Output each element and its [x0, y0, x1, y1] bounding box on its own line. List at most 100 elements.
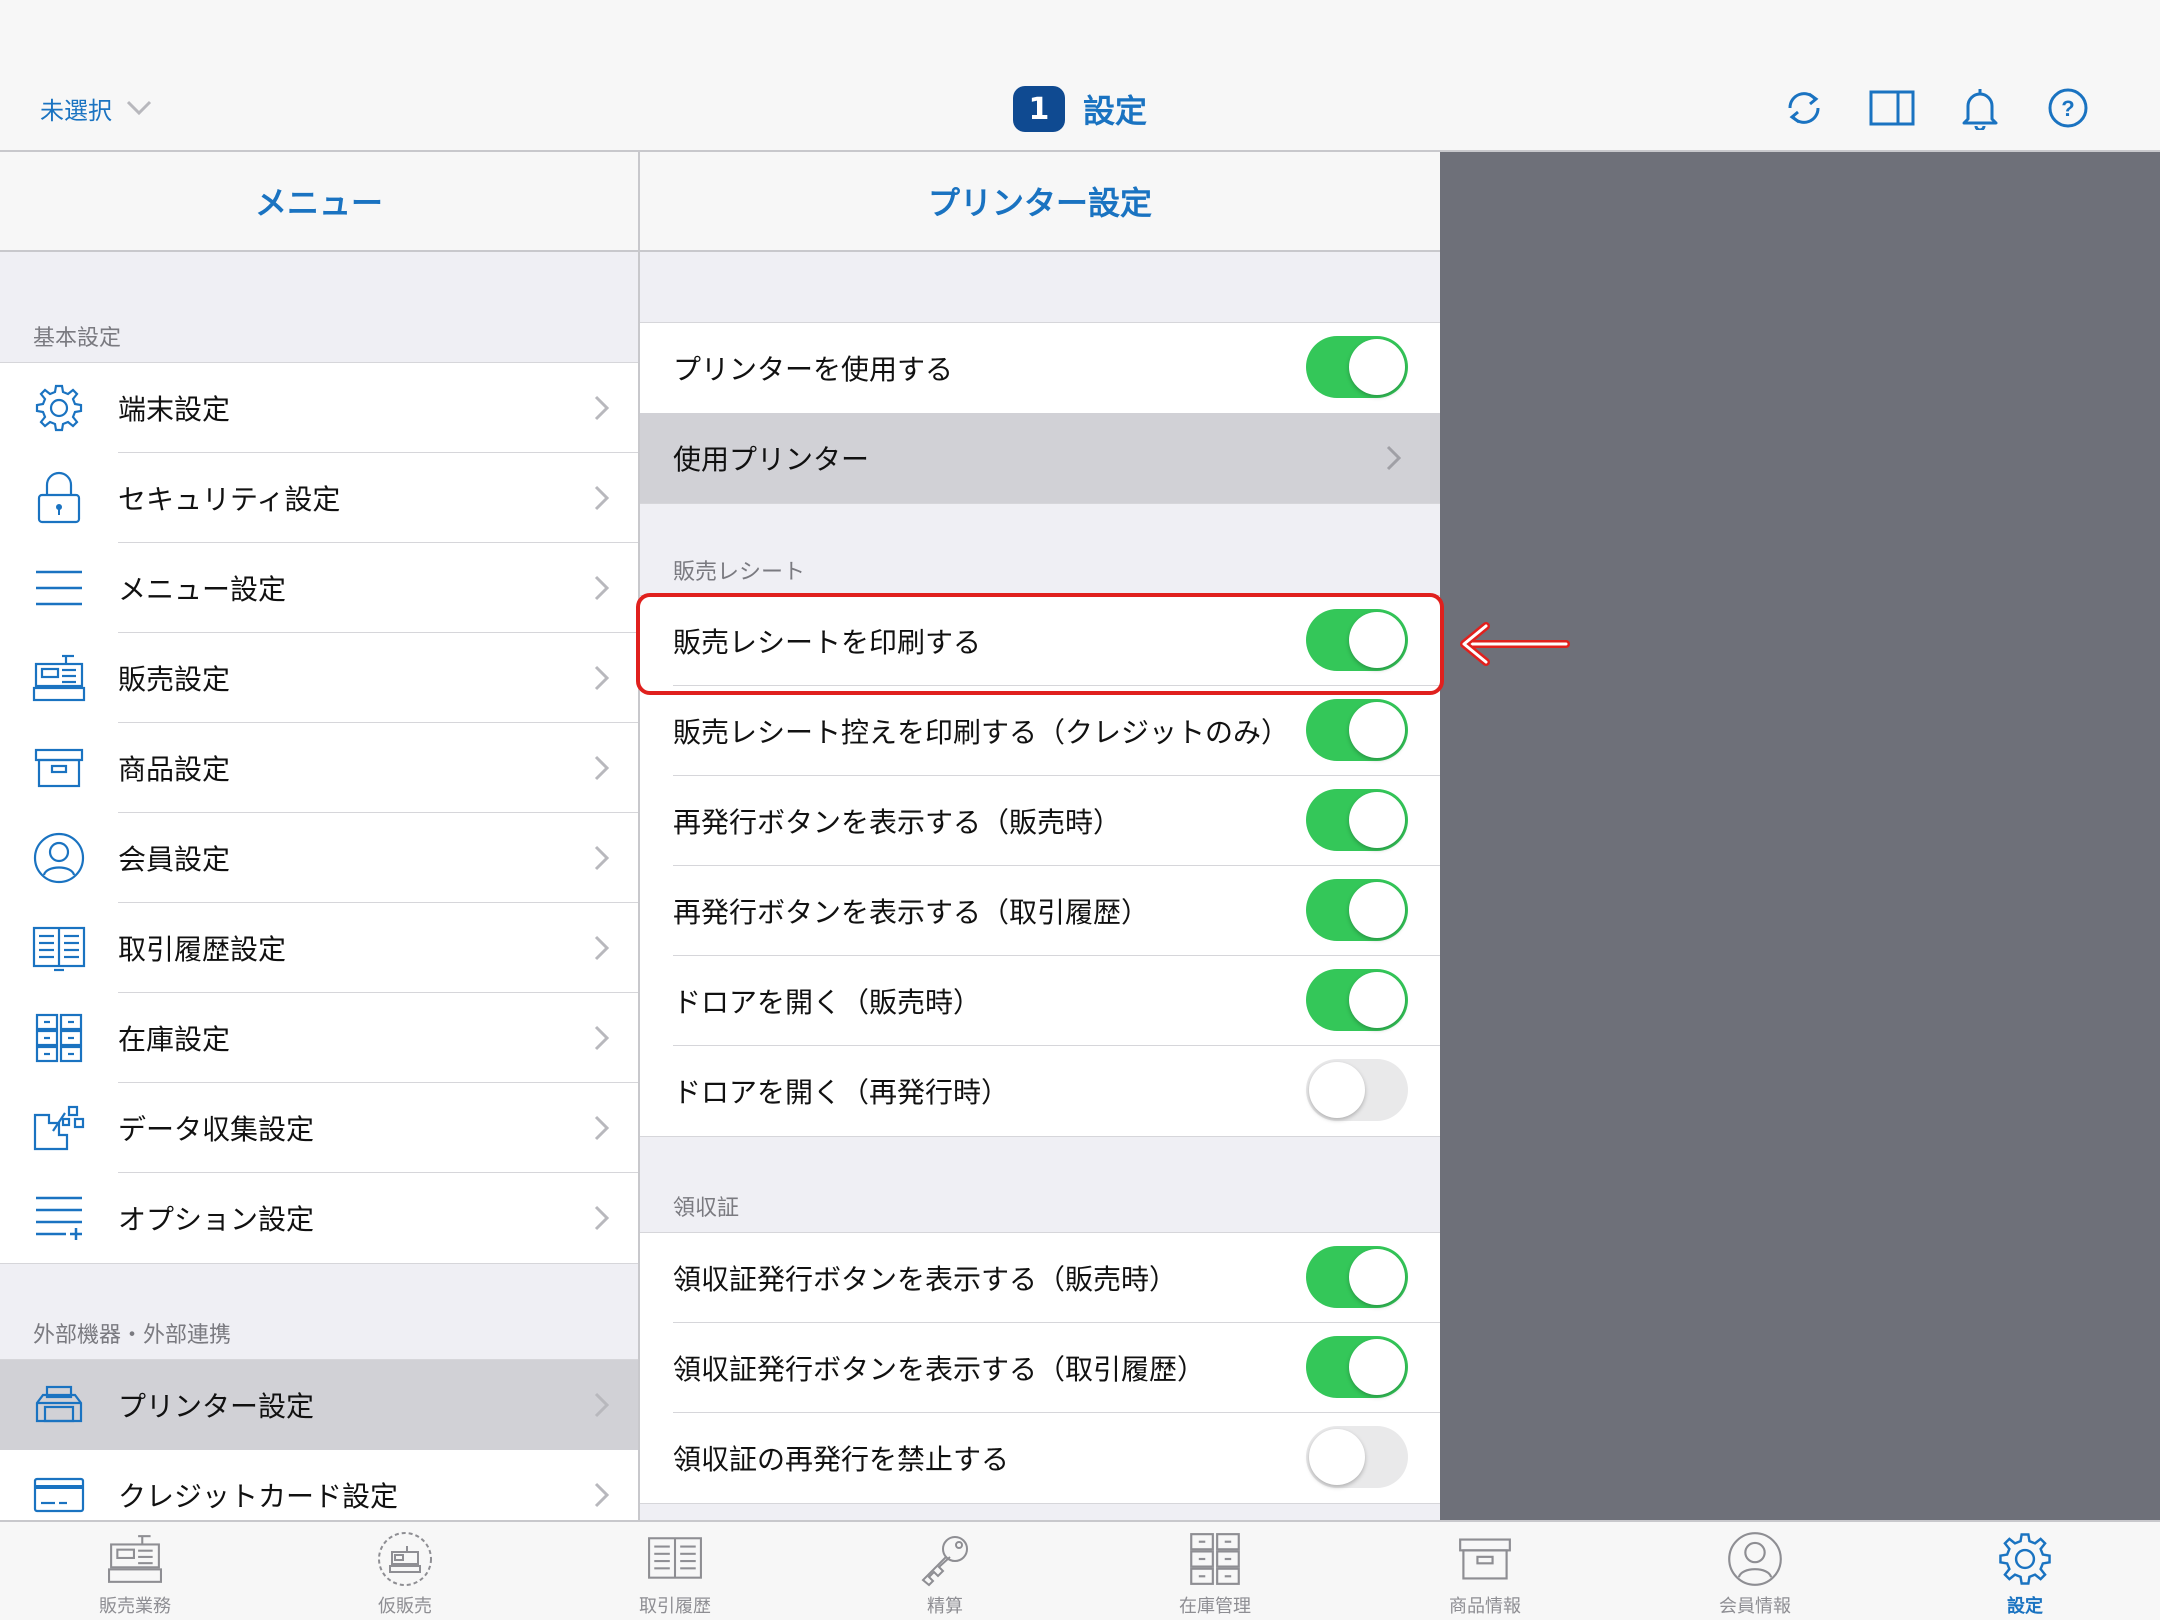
- menu-item-security[interactable]: セキュリティ設定: [0, 453, 638, 543]
- open-drawer-reissue-row: ドロアを開く（再発行時）: [640, 1046, 1440, 1136]
- menu-item-label: データ収集設定: [118, 1113, 315, 1146]
- setting-label: 再発行ボタンを表示する（取引履歴）: [673, 896, 1150, 929]
- menu-item-inventory[interactable]: 在庫設定: [0, 993, 638, 1083]
- chevron-right-icon: [594, 1115, 610, 1141]
- tab-product-info[interactable]: 商品情報: [1350, 1522, 1620, 1620]
- book-icon: [645, 1530, 705, 1588]
- menu-item-data-collection[interactable]: データ収集設定: [0, 1083, 638, 1173]
- chevron-right-icon: [1386, 445, 1402, 471]
- menu-item-label: クレジットカード設定: [118, 1480, 399, 1513]
- cabinet-icon: [29, 1008, 89, 1068]
- highlight-box: [636, 593, 1444, 695]
- menu-item-label: 販売設定: [118, 663, 231, 696]
- chevron-right-icon: [594, 485, 610, 511]
- setting-label: 領収証発行ボタンを表示する（取引履歴）: [673, 1353, 1206, 1386]
- menu-item-products[interactable]: 商品設定: [0, 723, 638, 813]
- setting-label: 領収証発行ボタンを表示する（販売時）: [673, 1263, 1178, 1296]
- menu-item-options[interactable]: オプション設定: [0, 1173, 638, 1263]
- empty-detail-area: [1440, 152, 2160, 1520]
- menu-panel: 基本設定 端末設定 セキュリティ設定 メニュー設定 販売設定 商品設定 会員設定…: [0, 252, 640, 1520]
- box-icon: [1455, 1530, 1515, 1588]
- menu-item-terminal[interactable]: 端末設定: [0, 363, 638, 453]
- cabinet-icon: [1185, 1530, 1245, 1588]
- terminal-number-badge: 1: [1012, 86, 1065, 132]
- chevron-right-icon: [594, 575, 610, 601]
- receipt-button-sales-toggle[interactable]: [1306, 1246, 1408, 1308]
- reissue-button-history-row: 再発行ボタンを表示する（取引履歴）: [640, 866, 1440, 956]
- open-drawer-sales-toggle[interactable]: [1306, 969, 1408, 1031]
- section-label-receipt: 領収証: [673, 1196, 740, 1221]
- sync-icon[interactable]: [1780, 84, 1828, 132]
- open-drawer-reissue-toggle[interactable]: [1306, 1059, 1408, 1121]
- page-title: 設定: [1082, 92, 1147, 130]
- menu-panel-title: メニュー: [0, 152, 640, 252]
- printer-select-row[interactable]: 使用プリンター: [640, 413, 1440, 503]
- tab-label: 仮販売: [378, 1596, 432, 1617]
- options-list-icon: [29, 1188, 89, 1248]
- settings-panel-title: プリンター設定: [640, 152, 1440, 252]
- reissue-button-history-toggle[interactable]: [1306, 879, 1408, 941]
- chevron-right-icon: [594, 1482, 610, 1508]
- chevron-right-icon: [594, 845, 610, 871]
- receipt-group: 領収証発行ボタンを表示する（販売時） 領収証発行ボタンを表示する（取引履歴） 領…: [640, 1232, 1440, 1504]
- key-icon: [915, 1530, 975, 1588]
- arrow-left-icon: [1460, 622, 1570, 666]
- tab-settlement[interactable]: 精算: [810, 1522, 1080, 1620]
- print-receipt-copy-row: 販売レシート控えを印刷する（クレジットのみ）: [640, 686, 1440, 776]
- setting-label: 再発行ボタンを表示する（販売時）: [673, 806, 1122, 839]
- menu-item-menu-settings[interactable]: メニュー設定: [0, 543, 638, 633]
- menu-item-label: 会員設定: [118, 843, 231, 876]
- bell-icon[interactable]: [1956, 84, 2004, 132]
- setting-label: プリンターを使用する: [673, 353, 954, 386]
- tab-label: 販売業務: [99, 1596, 171, 1617]
- setting-label: ドロアを開く（再発行時）: [673, 1076, 1010, 1109]
- prohibit-receipt-reissue-row: 領収証の再発行を禁止する: [640, 1413, 1440, 1503]
- reissue-button-sales-row: 再発行ボタンを表示する（販売時）: [640, 776, 1440, 866]
- tab-settings[interactable]: 設定: [1890, 1522, 2160, 1620]
- tab-member-info[interactable]: 会員情報: [1620, 1522, 1890, 1620]
- menu-item-label: 在庫設定: [118, 1023, 231, 1056]
- menu-item-label: メニュー設定: [118, 573, 287, 606]
- chevron-right-icon: [594, 1205, 610, 1231]
- chevron-right-icon: [594, 935, 610, 961]
- printer-icon: [29, 1375, 89, 1435]
- use-printer-toggle[interactable]: [1306, 336, 1408, 398]
- reissue-button-sales-toggle[interactable]: [1306, 789, 1408, 851]
- chevron-right-icon: [594, 665, 610, 691]
- menu-item-label: 取引履歴設定: [118, 933, 287, 966]
- temp-sale-icon: [375, 1530, 435, 1588]
- menu-item-sales[interactable]: 販売設定: [0, 633, 638, 723]
- menu-item-label: プリンター設定: [118, 1390, 315, 1423]
- person-icon: [29, 828, 89, 888]
- menu-item-label: セキュリティ設定: [118, 483, 341, 516]
- section-label-basic: 基本設定: [33, 326, 122, 351]
- menu-item-label: 端末設定: [118, 393, 231, 426]
- gear-icon: [1995, 1530, 2055, 1588]
- tab-sales[interactable]: 販売業務: [0, 1522, 270, 1620]
- section-label-sales-receipt: 販売レシート: [673, 560, 806, 585]
- menu-item-label: 商品設定: [118, 753, 231, 786]
- data-collect-icon: [29, 1098, 89, 1158]
- header-title-group: 1 設定: [0, 84, 2160, 134]
- tab-inventory[interactable]: 在庫管理: [1080, 1522, 1350, 1620]
- list-icon: [29, 558, 89, 618]
- receipt-button-history-toggle[interactable]: [1306, 1336, 1408, 1398]
- gear-icon: [29, 378, 89, 438]
- tab-transaction-history[interactable]: 取引履歴: [540, 1522, 810, 1620]
- menu-item-printer[interactable]: プリンター設定: [0, 1360, 638, 1450]
- split-view-icon[interactable]: [1868, 84, 1916, 132]
- credit-card-icon: [29, 1465, 89, 1520]
- help-icon[interactable]: ?: [2044, 84, 2092, 132]
- setting-label: ドロアを開く（販売時）: [673, 986, 982, 1019]
- chevron-right-icon: [594, 395, 610, 421]
- use-printer-row: プリンターを使用する: [640, 323, 1440, 413]
- tab-temp-sale[interactable]: 仮販売: [270, 1522, 540, 1620]
- print-receipt-copy-toggle[interactable]: [1306, 699, 1408, 761]
- receipt-button-sales-row: 領収証発行ボタンを表示する（販売時）: [640, 1233, 1440, 1323]
- menu-item-transaction-history[interactable]: 取引履歴設定: [0, 903, 638, 993]
- prohibit-receipt-reissue-toggle[interactable]: [1306, 1426, 1408, 1488]
- register-icon: [105, 1530, 165, 1588]
- menu-item-members[interactable]: 会員設定: [0, 813, 638, 903]
- menu-item-credit-card[interactable]: クレジットカード設定: [0, 1450, 638, 1520]
- tab-label: 取引履歴: [639, 1596, 711, 1617]
